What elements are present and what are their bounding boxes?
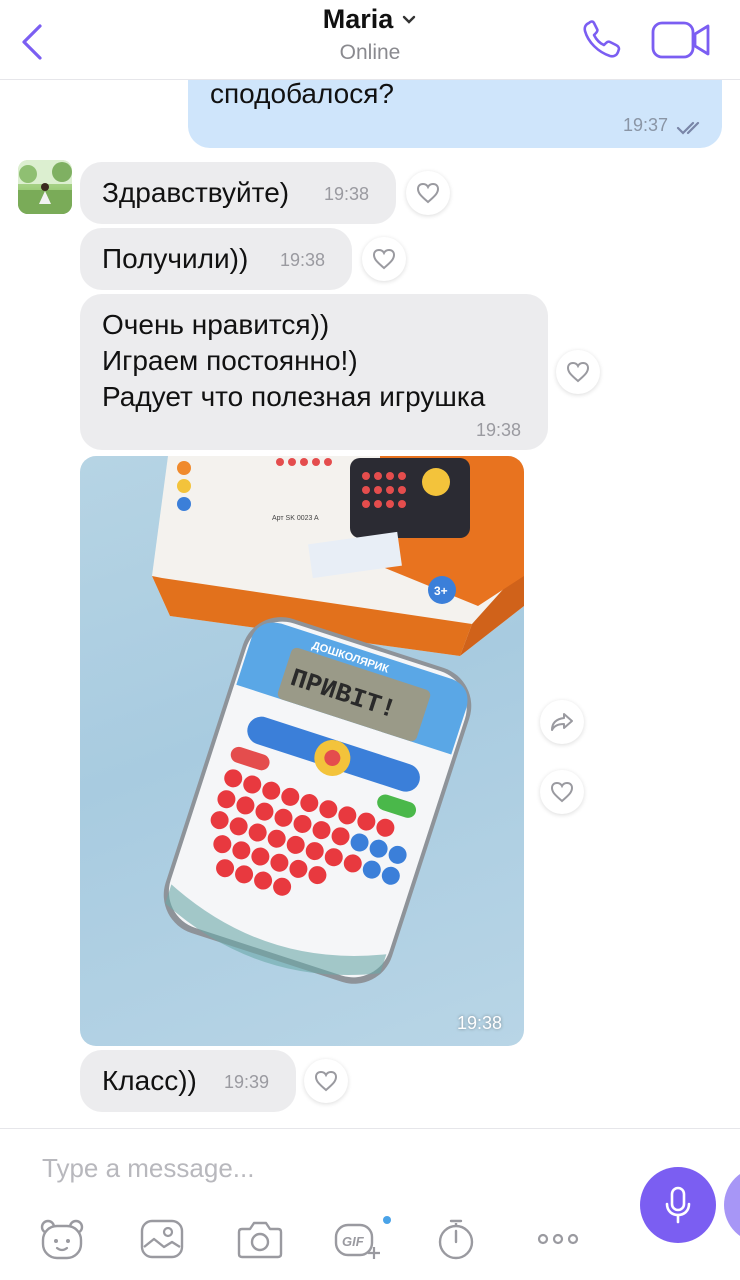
message-time: 19:39 xyxy=(224,1072,270,1092)
contact-name[interactable]: Maria xyxy=(323,4,394,35)
like-button[interactable] xyxy=(556,350,600,394)
like-button[interactable] xyxy=(362,237,406,281)
gallery-icon[interactable] xyxy=(138,1217,186,1261)
like-button[interactable] xyxy=(406,171,450,215)
sticker-icon[interactable] xyxy=(38,1217,86,1261)
incoming-message[interactable]: Здравствуйте) 19:38 xyxy=(80,162,396,224)
camera-icon[interactable] xyxy=(236,1217,284,1261)
heart-icon xyxy=(416,182,440,204)
like-button[interactable] xyxy=(540,770,584,814)
message-time: 19:38 xyxy=(324,184,370,204)
timer-icon[interactable] xyxy=(432,1217,480,1261)
more-options-icon[interactable] xyxy=(534,1217,582,1261)
microphone-icon xyxy=(665,1186,691,1224)
contact-info[interactable]: Maria Online xyxy=(0,4,740,65)
box-age-badge: 3+ xyxy=(434,584,448,598)
message-text-line: Очень нравится)) xyxy=(102,309,330,340)
video-call-icon[interactable] xyxy=(650,18,712,62)
message-text-line: Играем постоянно!) xyxy=(102,345,358,376)
message-input[interactable]: Type a message... xyxy=(42,1153,254,1184)
box-article-label: Арт SK 0023 A xyxy=(272,515,319,522)
heart-icon xyxy=(566,361,590,383)
heart-icon xyxy=(314,1070,338,1092)
heart-icon xyxy=(372,248,396,270)
photo-image: Арт SK 0023 A 3+ ПРИВІТ! ДОШКОЛЯРИК xyxy=(152,456,524,984)
contact-status: Online xyxy=(339,41,401,64)
outgoing-message[interactable]: сподобалося? 19:37 xyxy=(188,80,722,148)
svg-text:GIF: GIF xyxy=(342,1234,365,1249)
message-text: Здравствуйте) xyxy=(102,177,290,208)
secondary-action-button[interactable] xyxy=(724,1167,740,1243)
message-text-line: Радует что полезная игрушка xyxy=(102,381,486,412)
message-time: 19:38 xyxy=(456,1013,502,1033)
forward-arrow-icon xyxy=(551,713,573,731)
message-text: Получили)) xyxy=(102,243,249,274)
message-time: 19:38 xyxy=(476,420,522,440)
incoming-message[interactable]: Класс)) 19:39 xyxy=(80,1050,296,1112)
voice-message-button[interactable] xyxy=(640,1167,716,1243)
photo-message[interactable]: Арт SK 0023 A 3+ ПРИВІТ! ДОШКОЛЯРИК 19:3… xyxy=(80,456,524,1046)
forward-button[interactable] xyxy=(540,700,584,744)
composer: Type a message... GIF xyxy=(0,1128,740,1280)
like-button[interactable] xyxy=(304,1059,348,1103)
message-time: 19:37 xyxy=(622,115,668,135)
double-check-icon xyxy=(676,121,700,135)
message-text: Класс)) xyxy=(102,1065,197,1096)
phone-icon[interactable] xyxy=(580,18,624,62)
heart-icon xyxy=(550,781,574,803)
chat-header: Maria Online xyxy=(0,0,740,80)
gif-icon[interactable]: GIF xyxy=(334,1217,382,1261)
message-time: 19:38 xyxy=(280,250,326,270)
new-indicator-dot xyxy=(383,1216,391,1224)
message-text: сподобалося? xyxy=(210,80,394,109)
incoming-message[interactable]: Очень нравится)) Играем постоянно!) Раду… xyxy=(80,294,548,450)
chevron-down-icon[interactable] xyxy=(401,14,417,26)
message-list[interactable]: сподобалося? 19:37 Здравствуйте) 19:38 П… xyxy=(0,80,740,1128)
incoming-message[interactable]: Получили)) 19:38 xyxy=(80,228,352,290)
avatar[interactable] xyxy=(18,160,72,214)
